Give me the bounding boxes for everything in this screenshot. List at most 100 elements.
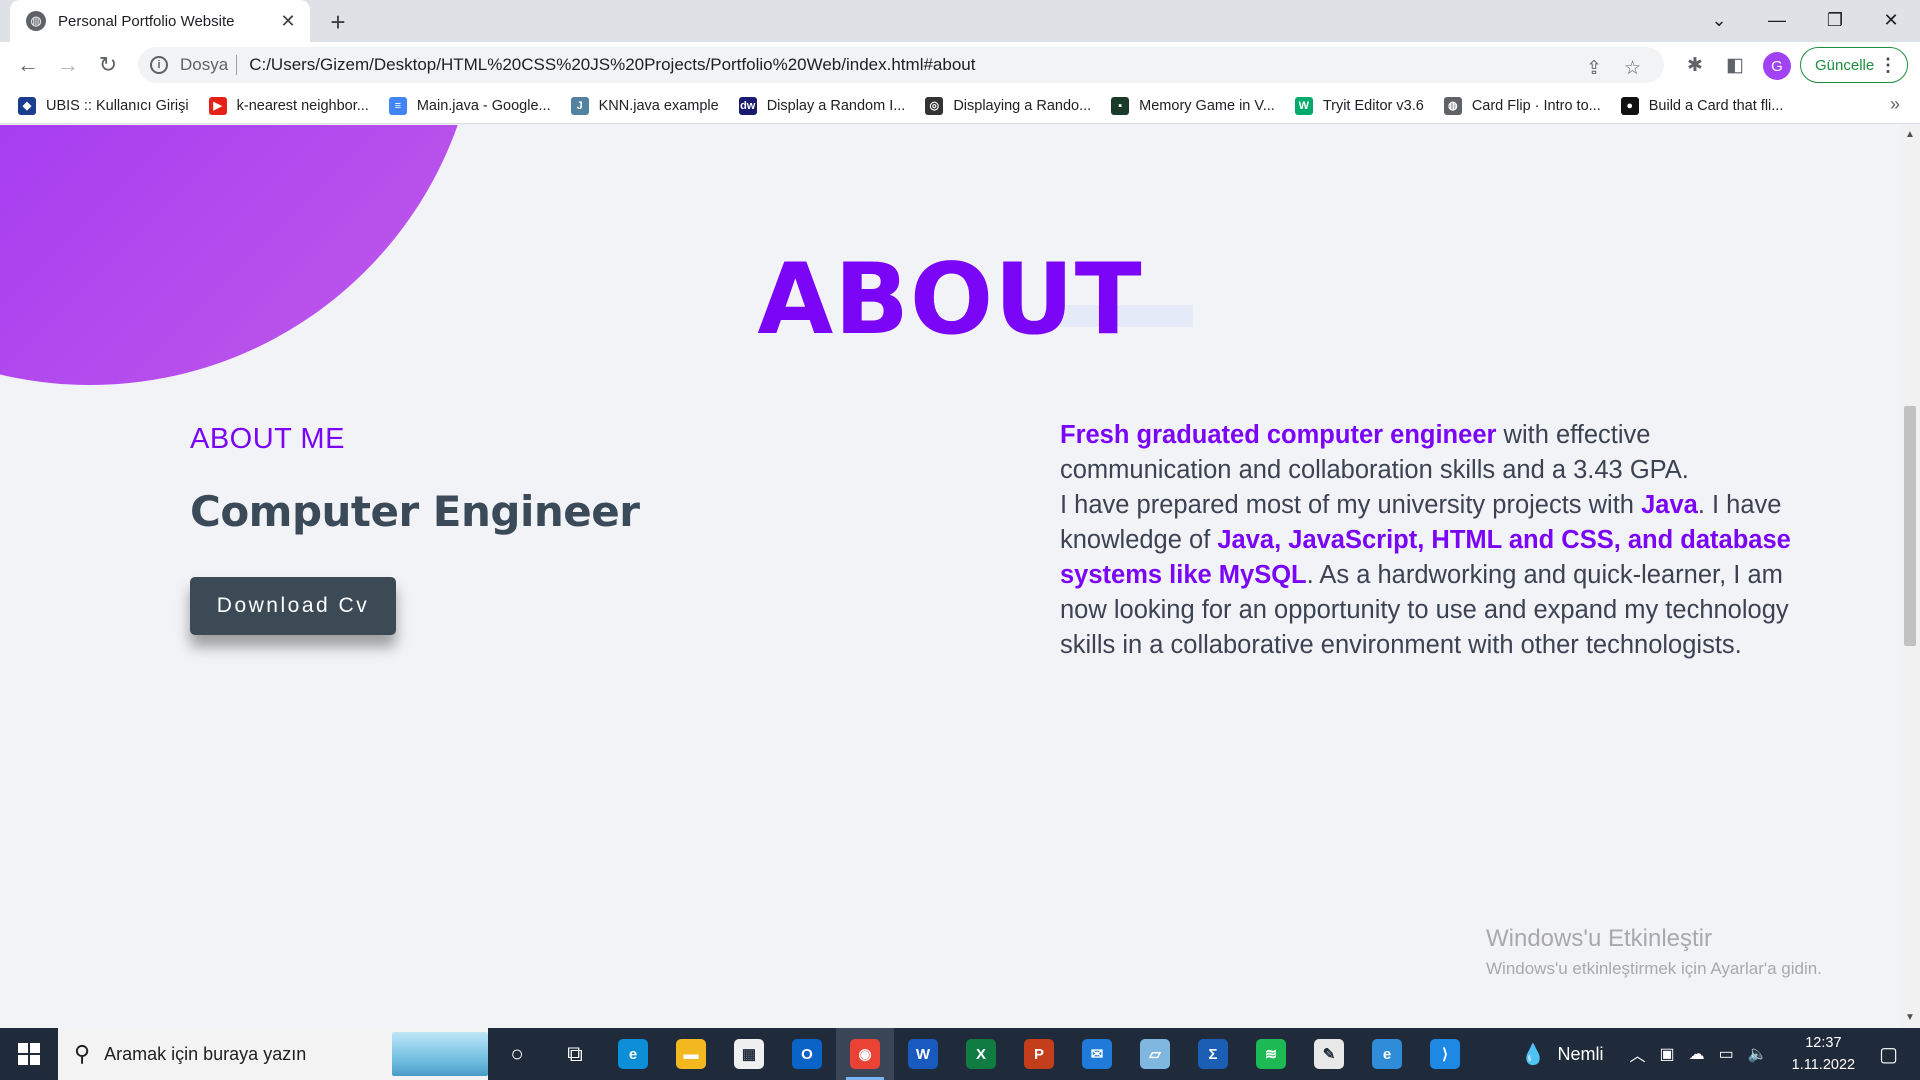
bookmark-item[interactable]: ◍ Card Flip · Intro to... <box>1443 96 1601 115</box>
globe-icon: ◍ <box>26 11 46 31</box>
outlook-icon: O <box>792 1039 822 1069</box>
scroll-up-icon[interactable]: ▲ <box>1905 129 1915 140</box>
taskbar-search[interactable]: ⚲ Aramak için buraya yazın <box>58 1028 488 1080</box>
profile-avatar[interactable]: G <box>1763 52 1791 80</box>
bookmark-item[interactable]: ◎ Displaying a Rando... <box>925 96 1091 115</box>
taskbar-app-word[interactable]: W <box>894 1028 952 1080</box>
taskbar-app-notes-app[interactable]: ▱ <box>1126 1028 1184 1080</box>
download-cv-button[interactable]: Download Cv <box>190 577 396 635</box>
taskbar-app-chrome[interactable]: ◉ <box>836 1028 894 1080</box>
java-icon: J <box>570 96 589 115</box>
start-button[interactable] <box>0 1028 58 1080</box>
clock[interactable]: 12:37 1.11.2022 <box>1792 1032 1855 1076</box>
browser-tab[interactable]: ◍ Personal Portfolio Website ✕ <box>10 0 310 42</box>
search-icon: ⚲ <box>74 1041 91 1066</box>
bookmark-label: KNN.java example <box>598 97 719 114</box>
share-icon[interactable]: ⇪ <box>1586 57 1602 80</box>
dw-icon: dw <box>738 96 757 115</box>
taskbar-app-network-app[interactable]: e <box>1358 1028 1416 1080</box>
onedrive-icon[interactable]: ☁ <box>1689 1044 1705 1064</box>
bookmark-star-icon[interactable]: ☆ <box>1624 57 1641 80</box>
taskbar-app-excel[interactable]: X <box>952 1028 1010 1080</box>
windows-activation-watermark: Windows'u Etkinleştir Windows'u etkinleş… <box>1486 925 1822 979</box>
taskbar-app-powerpoint[interactable]: P <box>1010 1028 1068 1080</box>
extensions-icon[interactable]: ✱ <box>1680 50 1710 80</box>
battery-icon[interactable]: ▭ <box>1719 1044 1734 1064</box>
taskbar-apps: ○ ⧉ e ▬ ▦ O ◉ W X P ✉ ▱ Σ ≋ ✎ e ⟩ <box>488 1028 1474 1080</box>
about-description: Fresh graduated computer engineer with e… <box>1060 418 1820 663</box>
bookmark-item[interactable]: ● Build a Card that fli... <box>1620 96 1784 115</box>
about-text-part: I have prepared most of my university pr… <box>1060 491 1642 519</box>
reload-icon[interactable]: ↻ <box>92 49 124 81</box>
side-panel-icon[interactable]: ◧ <box>1720 50 1750 80</box>
url-text[interactable]: C:/Users/Gizem/Desktop/HTML%20CSS%20JS%2… <box>249 55 975 75</box>
windows-logo-icon <box>18 1043 40 1065</box>
info-icon[interactable]: i <box>150 56 168 74</box>
search-highlight-image <box>392 1032 488 1076</box>
page-scrollbar[interactable]: ▲ ▼ <box>1900 125 1920 1028</box>
volume-icon[interactable]: 🔈 <box>1748 1044 1768 1064</box>
close-tab-icon[interactable]: ✕ <box>278 11 298 32</box>
more-bookmarks-icon[interactable]: » <box>1890 94 1900 115</box>
close-window-icon[interactable]: ✕ <box>1862 0 1920 40</box>
forward-icon[interactable]: → <box>52 49 84 81</box>
clock-time: 12:37 <box>1805 1035 1842 1051</box>
bookmark-label: Main.java - Google... <box>416 97 551 114</box>
medium-icon: ● <box>1620 96 1639 115</box>
bookmark-item[interactable]: ▶ k-nearest neighbor... <box>208 96 369 115</box>
windows-taskbar: ⚲ Aramak için buraya yazın ○ ⧉ e ▬ ▦ O ◉ W X P ✉ ▱ Σ… <box>0 1028 1920 1080</box>
bookmark-item[interactable]: W Tryit Editor v3.6 <box>1294 96 1424 115</box>
bookmark-item[interactable]: J KNN.java example <box>570 96 719 115</box>
job-title: Computer Engineer <box>190 487 640 536</box>
weather-widget[interactable]: 💧 Nemli <box>1521 1042 1604 1067</box>
weather-label: Nemli <box>1557 1043 1604 1064</box>
bookmark-item[interactable]: ≡ Main.java - Google... <box>388 96 551 115</box>
paint-icon: ✎ <box>1314 1039 1344 1069</box>
tray-chevron-icon[interactable]: ︿ <box>1629 1042 1645 1066</box>
humidity-icon: 💧 <box>1520 1043 1546 1066</box>
address-bar[interactable]: i Dosya C:/Users/Gizem/Desktop/HTML%20CS… <box>138 47 1664 83</box>
taskbar-app-spotify[interactable]: ≋ <box>1242 1028 1300 1080</box>
minimize-icon[interactable]: — <box>1748 0 1806 40</box>
taskbar-app-cortana[interactable]: ○ <box>488 1028 546 1080</box>
notes-app-icon: ▱ <box>1140 1039 1170 1069</box>
scroll-down-icon[interactable]: ▼ <box>1905 1012 1915 1023</box>
file-explorer-icon: ▬ <box>676 1039 706 1069</box>
update-label: Güncelle <box>1815 56 1875 74</box>
notifications-icon[interactable]: ▢ <box>1879 1042 1898 1067</box>
tab-search-icon[interactable]: ⌄ <box>1690 0 1748 40</box>
taskbar-app-vscode[interactable]: ⟩ <box>1416 1028 1474 1080</box>
restore-icon[interactable]: ❐ <box>1806 0 1864 40</box>
bookmark-item[interactable]: ◆ UBIS :: Kullanıcı Girişi <box>18 96 189 115</box>
taskbar-app-mail[interactable]: ✉ <box>1068 1028 1126 1080</box>
taskbar-app-file-explorer[interactable]: ▬ <box>662 1028 720 1080</box>
memory-game-icon: ▪ <box>1111 96 1130 115</box>
system-tray: 💧 Nemli ︿ ▣ ☁ ▭ 🔈 12:37 1.11.2022 ▢ <box>1521 1028 1920 1080</box>
new-tab-button[interactable]: + <box>322 6 354 38</box>
word-icon: W <box>908 1039 938 1069</box>
about-heading: ABOUT <box>757 243 1143 357</box>
about-me-label: ABOUT ME <box>190 423 345 455</box>
taskbar-app-task-view[interactable]: ⧉ <box>546 1028 604 1080</box>
meet-icon[interactable]: ▣ <box>1659 1044 1674 1064</box>
bookmark-item[interactable]: ▪ Memory Game in V... <box>1111 96 1275 115</box>
taskbar-app-outlook[interactable]: O <box>778 1028 836 1080</box>
taskbar-app-paint[interactable]: ✎ <box>1300 1028 1358 1080</box>
taskbar-app-edge[interactable]: e <box>604 1028 662 1080</box>
spotify-icon: ≋ <box>1256 1039 1286 1069</box>
update-button[interactable]: Güncelle ⋮ <box>1800 47 1908 83</box>
scroll-thumb[interactable] <box>1904 406 1916 646</box>
tab-strip: ◍ Personal Portfolio Website ✕ + ⌄ — ❐ ✕ <box>0 0 1920 42</box>
w3schools-icon: W <box>1294 96 1313 115</box>
back-icon[interactable]: ← <box>12 49 44 81</box>
taskbar-app-ms-store[interactable]: ▦ <box>720 1028 778 1080</box>
cortana-icon: ○ <box>510 1041 524 1066</box>
bookmark-label: k-nearest neighbor... <box>236 97 369 114</box>
powerpoint-icon: P <box>1024 1039 1054 1069</box>
clock-date: 1.11.2022 <box>1791 1057 1856 1073</box>
bookmark-item[interactable]: dw Display a Random I... <box>738 96 905 115</box>
menu-dots-icon[interactable]: ⋮ <box>1879 55 1897 76</box>
chrome-icon: ◉ <box>850 1039 880 1069</box>
taskbar-app-sigma-app[interactable]: Σ <box>1184 1028 1242 1080</box>
bookmark-label: Build a Card that fli... <box>1648 97 1784 114</box>
